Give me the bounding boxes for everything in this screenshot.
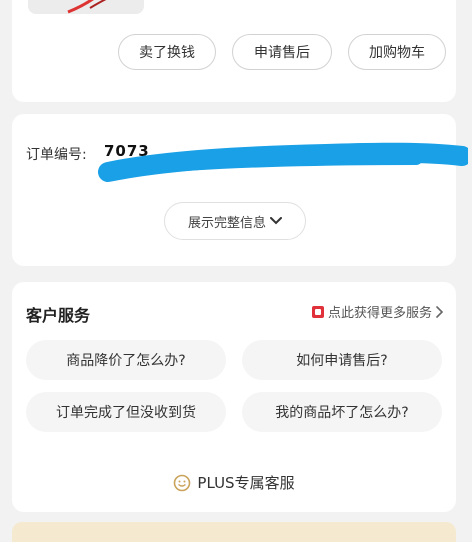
customer-service-title: 客户服务	[26, 306, 91, 325]
smile-headset-icon	[174, 474, 191, 491]
faq-not-received[interactable]: 订单完成了但没收到货	[26, 392, 226, 432]
redaction-scribble	[98, 142, 468, 182]
more-service-label: 点此获得更多服务	[327, 306, 432, 321]
sell-button[interactable]: 卖了换钱	[118, 34, 216, 70]
plus-service-label: PLUS专属客服	[197, 474, 295, 492]
order-number-label: 订单编号:	[26, 147, 87, 163]
order-info-card: 订单编号: 7073 展示完整信息	[12, 114, 468, 266]
plus-customer-service-link[interactable]: PLUS专属客服	[12, 472, 456, 493]
chevron-right-icon	[436, 305, 444, 318]
bottom-promo-strip	[12, 522, 456, 542]
expand-label: 展示完整信息	[187, 215, 266, 231]
faq-price-drop[interactable]: 商品降价了怎么办?	[26, 340, 226, 380]
product-thumbnail[interactable]	[28, 0, 144, 14]
more-service-link[interactable]: 点此获得更多服务	[311, 302, 444, 321]
faq-broken-item[interactable]: 我的商品坏了怎么办?	[242, 392, 442, 432]
request-aftersale-button[interactable]: 申请售后	[232, 34, 332, 70]
faq-apply-aftersale[interactable]: 如何申请售后?	[242, 340, 442, 380]
chevron-down-icon	[270, 217, 282, 225]
service-badge-icon	[311, 305, 324, 318]
customer-service-card: 客户服务 点此获得更多服务 商品降价了怎么办? 如何申请售后? 订单完成了但没收…	[12, 282, 456, 512]
order-actions-card: 卖了换钱 申请售后 加购物车	[12, 0, 456, 102]
add-to-cart-button[interactable]: 加购物车	[348, 34, 446, 70]
expand-full-info-button[interactable]: 展示完整信息	[164, 202, 306, 240]
